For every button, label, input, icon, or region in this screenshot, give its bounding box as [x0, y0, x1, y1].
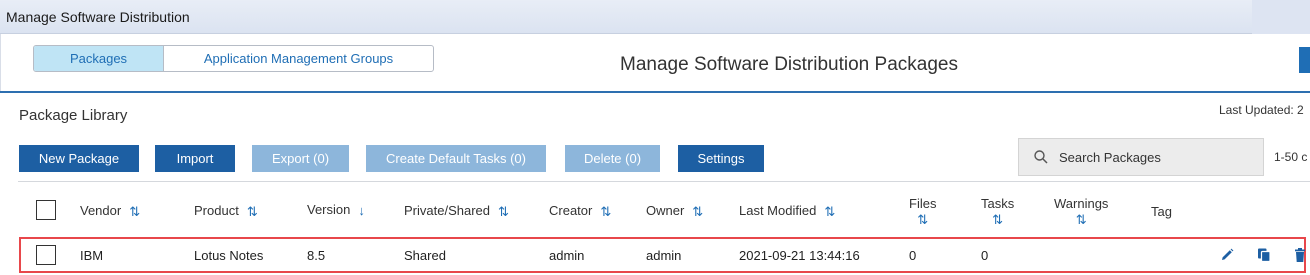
cell-product: Lotus Notes	[194, 248, 264, 263]
settings-button[interactable]: Settings	[678, 145, 764, 172]
select-all-checkbox[interactable]	[36, 200, 56, 220]
sort-arrows-icon[interactable]: ⇅	[981, 212, 1014, 228]
column-label-private-shared: Private/Shared	[404, 203, 490, 218]
cell-creator: admin	[549, 248, 585, 263]
cell-files: 0	[909, 248, 917, 263]
sort-arrows-icon[interactable]: ⇅	[909, 212, 936, 228]
search-icon	[1034, 150, 1048, 164]
column-label-tag: Tag	[1151, 204, 1172, 219]
tab-packages[interactable]: Packages	[34, 46, 164, 71]
sort-arrows-icon[interactable]: ⇅	[1054, 212, 1108, 228]
column-header-version[interactable]: Version ↓	[307, 202, 365, 218]
titlebar-edge	[1252, 0, 1310, 34]
column-label-tasks: Tasks	[981, 196, 1015, 211]
column-label-vendor: Vendor	[80, 203, 122, 218]
column-header-last-modified[interactable]: Last Modified ⇅	[739, 203, 835, 220]
create-default-tasks-button[interactable]: Create Default Tasks (0)	[366, 145, 546, 172]
tab-application-management-groups[interactable]: Application Management Groups	[164, 46, 433, 71]
column-header-tag: Tag	[1151, 204, 1172, 219]
export-button[interactable]: Export (0)	[252, 145, 349, 172]
cell-owner: admin	[646, 248, 682, 263]
window-title: Manage Software Distribution	[6, 9, 190, 25]
sort-arrows-icon[interactable]: ⇅	[692, 204, 703, 220]
column-label-version: Version	[307, 202, 351, 217]
page-title: Manage Software Distribution Packages	[620, 54, 958, 75]
sort-arrows-icon[interactable]: ⇅	[129, 204, 140, 220]
column-label-warnings: Warnings	[1054, 196, 1109, 211]
row-select-checkbox[interactable]	[36, 245, 56, 265]
cell-version: 8.5	[307, 248, 326, 263]
column-header-creator[interactable]: Creator ⇅	[549, 203, 611, 220]
column-label-owner: Owner	[646, 203, 685, 218]
window-titlebar: Manage Software Distribution	[0, 0, 1310, 34]
trash-icon[interactable]	[1292, 247, 1308, 263]
cell-tasks: 0	[981, 248, 989, 263]
sort-arrows-icon[interactable]: ⇅	[498, 204, 509, 220]
header-edge-button[interactable]	[1299, 47, 1310, 73]
column-header-files[interactable]: Files ⇅	[909, 196, 936, 228]
sort-arrows-icon[interactable]: ⇅	[600, 204, 611, 220]
import-button[interactable]: Import	[155, 145, 235, 172]
column-label-files: Files	[909, 196, 937, 211]
cell-vendor: IBM	[80, 248, 104, 263]
column-header-product[interactable]: Product ⇅	[194, 203, 258, 220]
column-header-private-shared[interactable]: Private/Shared ⇅	[404, 203, 509, 220]
page-header: Packages Application Management Groups M…	[0, 34, 1310, 92]
column-label-last-modified: Last Modified	[739, 203, 817, 218]
sort-arrows-icon[interactable]: ⇅	[247, 204, 258, 220]
column-header-warnings[interactable]: Warnings ⇅	[1054, 196, 1108, 228]
sort-arrows-icon[interactable]: ⇅	[824, 204, 835, 220]
table-header-top-border	[18, 181, 1310, 182]
cell-last-modified: 2021-09-21 13:44:16	[739, 248, 860, 263]
copy-icon[interactable]	[1256, 247, 1272, 263]
paging-info: 1-50 c	[1274, 150, 1308, 164]
column-header-owner[interactable]: Owner ⇅	[646, 203, 703, 220]
search-input[interactable]: Search Packages	[1018, 138, 1264, 176]
column-header-tasks[interactable]: Tasks ⇅	[981, 196, 1014, 228]
section-title: Package Library	[19, 107, 128, 124]
delete-button[interactable]: Delete (0)	[565, 145, 660, 172]
pencil-icon[interactable]	[1219, 247, 1235, 263]
view-tabs: Packages Application Management Groups	[33, 45, 434, 72]
column-label-product: Product	[194, 203, 239, 218]
last-updated-text: Last Updated: 2	[1219, 103, 1304, 117]
search-placeholder: Search Packages	[1059, 149, 1161, 165]
column-header-vendor[interactable]: Vendor ⇅	[80, 203, 140, 220]
new-package-button[interactable]: New Package	[19, 145, 139, 172]
sort-down-icon[interactable]: ↓	[358, 203, 365, 218]
column-label-creator: Creator	[549, 203, 593, 218]
header-divider	[0, 91, 1310, 93]
cell-private-shared: Shared	[404, 248, 446, 263]
